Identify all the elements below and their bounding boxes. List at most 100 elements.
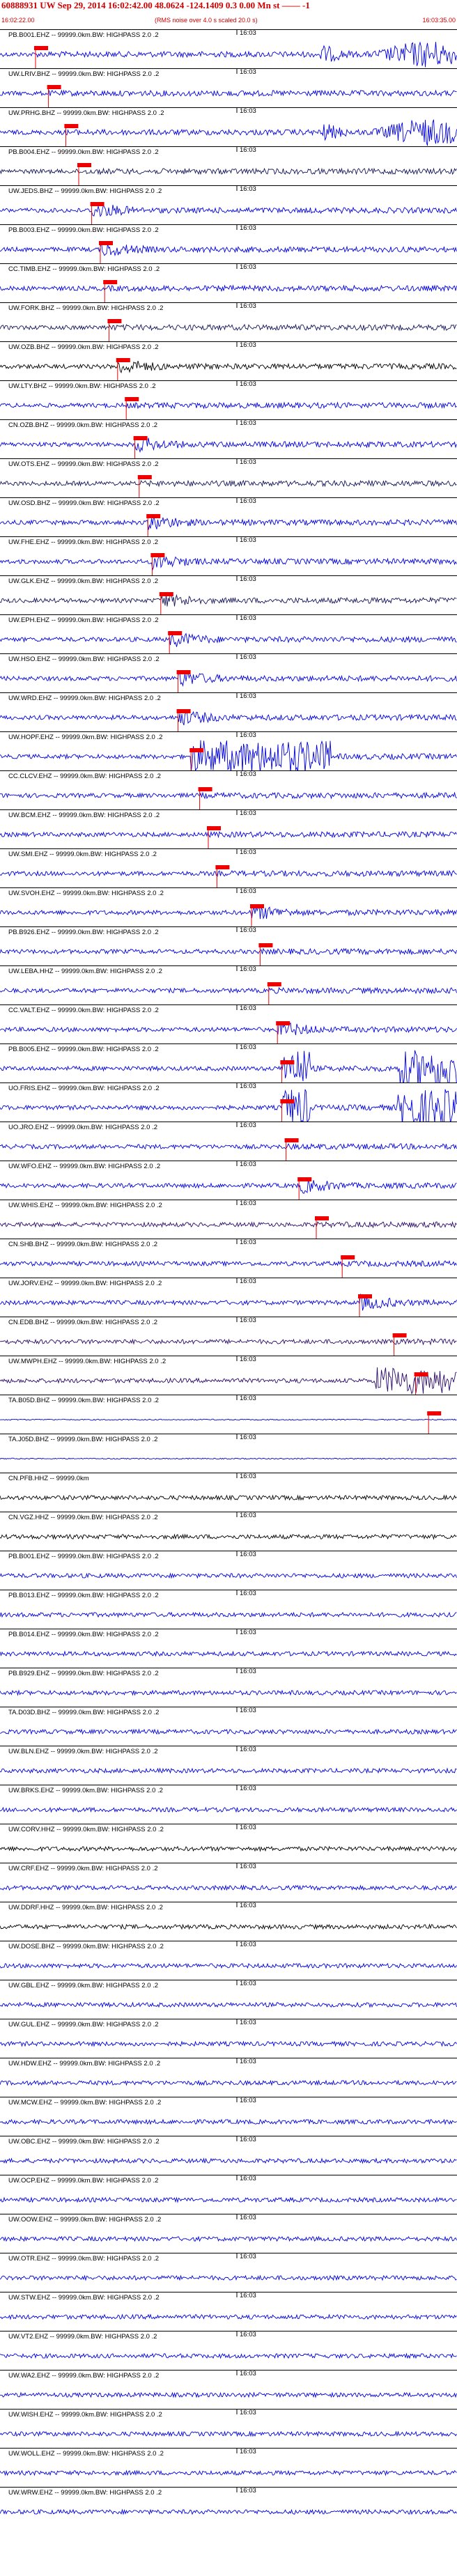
trace-label: UW.OOW.EHZ -- 99999.0km.BW: HIGHPASS 2.0… [8, 2216, 162, 2224]
waveform-trace [0, 1806, 457, 1813]
waveform-trace [0, 740, 457, 770]
trace-row: UW.MWPH.EHZ -- 99999.0km.BW: HIGHPASS 2.… [0, 1356, 457, 1395]
trace-label: UW.OSD.BHZ -- 99999.0km.BW: HIGHPASS 2.0… [8, 499, 160, 507]
waveform-trace [0, 1259, 457, 1268]
trace-time-label: 16:03 [240, 2019, 256, 2026]
trace-label: UW.WISH.EHZ -- 99999.0km.BW: HIGHPASS 2.… [8, 2411, 162, 2419]
trace-time-label: 16:03 [240, 302, 256, 310]
trace-label: CN.SHB.BHZ -- 99999.0km.BW: HIGHPASS 2.0… [8, 1241, 157, 1248]
waveform-trace [0, 2118, 457, 2125]
phase-pick-marker [267, 982, 281, 986]
trace-label: CC.VALT.EHZ -- 99999.0km.BW: HIGHPASS 2.… [8, 1007, 159, 1014]
trace-row: UW.GUL.EHZ -- 99999.0km.BW: HIGHPASS 2.0… [0, 2019, 457, 2058]
waveform-trace [0, 672, 457, 688]
trace-time-label: 16:03 [240, 2487, 256, 2494]
trace-row: UW.HOPF.EHZ -- 99999.0km.BW: HIGHPASS 2.… [0, 731, 457, 770]
trace-time-label: 16:03 [240, 2409, 256, 2416]
trace-time-label: 16:03 [240, 1551, 256, 1558]
waveform-trace [0, 2430, 457, 2437]
trace-row: UW.BRKS.EHZ -- 99999.0km.BW: HIGHPASS 2.… [0, 1785, 457, 1824]
phase-pick-marker [284, 1138, 299, 1142]
phase-pick-marker [392, 1333, 407, 1337]
phase-pick-marker [90, 202, 104, 206]
trace-time-label: 16:03 [240, 419, 256, 427]
trace-label: UW.MCW.EHZ -- 99999.0km.BW: HIGHPASS 2.0… [8, 2099, 162, 2106]
trace-row: CC.CLCV.EHZ -- 99999.0km.BW: HIGHPASS 2.… [0, 770, 457, 809]
trace-row: UW.VT2.EHZ -- 99999.0km.BW: HIGHPASS 2.0… [0, 2331, 457, 2370]
waveform-trace [0, 2196, 457, 2203]
waveform-trace [0, 1728, 457, 1735]
trace-row: CC.VALT.EHZ -- 99999.0km.BW: HIGHPASS 2.… [0, 1004, 457, 1043]
trace-label: PB.B004.EHZ -- 99999.0km.BW: HIGHPASS 2.… [8, 148, 159, 156]
trace-time-label: 16:03 [240, 1668, 256, 1675]
trace-label: CN.EDB.BHZ -- 99999.0km.BW: HIGHPASS 2.0… [8, 1319, 157, 1326]
trace-row: UW.MCW.EHZ -- 99999.0km.BW: HIGHPASS 2.0… [0, 2097, 457, 2136]
trace-time-label: 16:03 [240, 1004, 256, 1012]
trace-label: UW.HDW.EHZ -- 99999.0km.BW: HIGHPASS 2.0… [8, 2060, 161, 2067]
trace-row: UW.LEBA.HHZ -- 99999.0km.BW: HIGHPASS 2.… [0, 965, 457, 1004]
trace-label: UW.GLK.EHZ -- 99999.0km.BW: HIGHPASS 2.0… [8, 577, 159, 585]
trace-label: UW.DOSE.BHZ -- 99999.0km.BW: HIGHPASS 2.… [8, 1943, 164, 1950]
waveform-trace [0, 1142, 457, 1151]
trace-row: UW.GBL.EHZ -- 99999.0km.BW: HIGHPASS 2.0… [0, 1980, 457, 2019]
phase-pick-marker [215, 865, 230, 869]
trace-label: PB.B003.EHZ -- 99999.0km.BW: HIGHPASS 2.… [8, 226, 159, 234]
trace-time-label: 16:03 [240, 2175, 256, 2182]
trace-row: UO.FRIS.EHZ -- 99999.0km.BW: HIGHPASS 2.… [0, 1083, 457, 1122]
waveform-trace [0, 1650, 457, 1657]
trace-label: UW.BLN.EHZ -- 99999.0km.BW: HIGHPASS 2.0… [8, 1748, 158, 1755]
trace-row: UW.LRIV.BHZ -- 99999.0km.BW: HIGHPASS 2.… [0, 68, 457, 107]
trace-row: UW.OTR.EHZ -- 99999.0km.BW: HIGHPASS 2.0… [0, 2253, 457, 2292]
trace-time-label: 16:03 [240, 1824, 256, 1831]
phase-pick-marker [250, 904, 264, 908]
trace-label: UW.GBL.EHZ -- 99999.0km.BW: HIGHPASS 2.0… [8, 1982, 159, 1989]
trace-time-label: 16:03 [240, 1746, 256, 1753]
trace-time-label: 16:03 [240, 731, 256, 739]
waveform-trace [0, 2001, 457, 2008]
phase-pick-marker [159, 592, 173, 596]
phase-pick-marker [280, 1060, 295, 1064]
trace-row: UW.FHE.EHZ -- 99999.0km.BW: HIGHPASS 2.0… [0, 536, 457, 575]
trace-time-label: 16:03 [240, 2292, 256, 2299]
waveform-trace [0, 2157, 457, 2164]
trace-time-label: 16:03 [240, 1200, 256, 1207]
phase-pick-marker [99, 241, 113, 245]
waveform-trace [0, 1533, 457, 1540]
waveform-trace [0, 1767, 457, 1774]
waveform-trace [0, 2040, 457, 2047]
waveform-trace [0, 1962, 457, 1969]
trace-row: UW.LTY.BHZ -- 99999.0km.BW: HIGHPASS 2.0… [0, 380, 457, 419]
phase-pick-marker [64, 124, 79, 128]
trace-label: TA.J05D.BHZ -- 99999.0km.BW: HIGHPASS 2.… [8, 1436, 158, 1443]
waveform-trace [0, 1689, 457, 1696]
waveform-trace [0, 1457, 457, 1460]
trace-row: UW.STW.EHZ -- 99999.0km.BW: HIGHPASS 2.0… [0, 2292, 457, 2331]
trace-time-label: 16:03 [240, 692, 256, 700]
trace-time-label: 16:03 [240, 809, 256, 817]
trace-time-label: 16:03 [240, 29, 256, 37]
phase-pick-marker [168, 631, 183, 635]
trace-time-label: 16:03 [240, 2214, 256, 2221]
trace-row: CN.VGZ.HHZ -- 99999.0km.BW: HIGHPASS 2.0… [0, 1512, 457, 1551]
phase-pick-marker [176, 709, 191, 713]
trace-time-label: 16:03 [240, 1785, 256, 1792]
trace-label: PB.B013.EHZ -- 99999.0km.BW: HIGHPASS 2.… [8, 1592, 159, 1599]
trace-row: PB.B926.EHZ -- 99999.0km.BW: HIGHPASS 2.… [0, 926, 457, 965]
trace-row: UW.WA2.EHZ -- 99999.0km.BW: HIGHPASS 2.0… [0, 2370, 457, 2409]
waveform-trace [0, 284, 457, 293]
waveform-trace [0, 1220, 457, 1229]
phase-pick-marker [103, 280, 118, 284]
waveform-trace [0, 2352, 457, 2359]
phase-pick-marker [297, 1177, 312, 1181]
waveform-trace [0, 2391, 457, 2398]
trace-time-label: 16:03 [240, 770, 256, 778]
trace-time-label: 16:03 [240, 1278, 256, 1285]
trace-label: UW.CRF.EHZ -- 99999.0km.BW: HIGHPASS 2.0… [8, 1865, 158, 1872]
trace-time-label: 16:03 [240, 146, 256, 154]
trace-label: UW.CORV.HHZ -- 99999.0km.BW: HIGHPASS 2.… [8, 1826, 164, 1833]
trace-time-label: 16:03 [240, 536, 256, 544]
trace-label: PB.B929.EHZ -- 99999.0km.BW: HIGHPASS 2.… [8, 1670, 159, 1677]
phase-pick-marker [176, 670, 191, 674]
trace-time-label: 16:03 [240, 1902, 256, 1909]
trace-label: UO.JRO.EHZ -- 99999.0km.BW: HIGHPASS 2.0… [8, 1124, 157, 1131]
